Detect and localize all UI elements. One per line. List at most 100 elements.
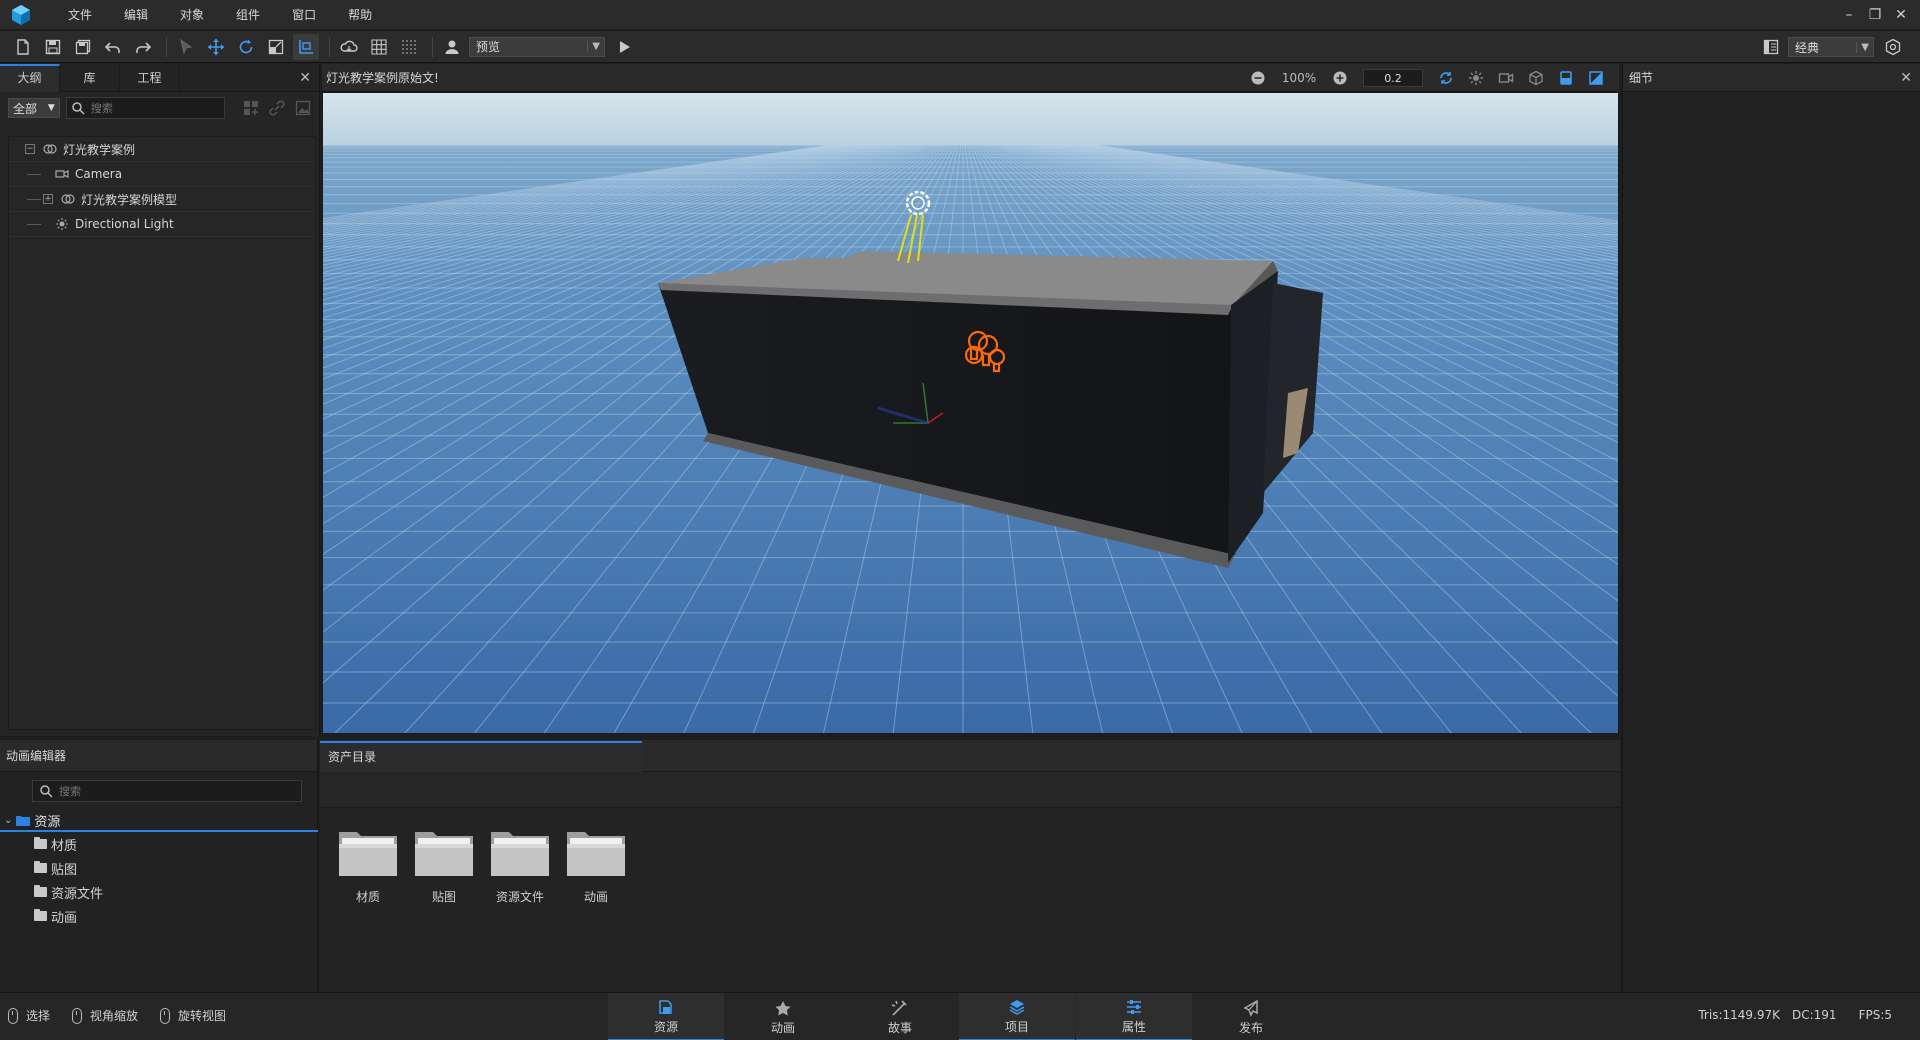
image-icon[interactable] — [295, 100, 311, 116]
details-panel: 细节 ✕ — [1622, 64, 1920, 992]
layout-select-value: 经典 — [1795, 40, 1820, 55]
pivot-tool-button[interactable] — [293, 33, 319, 60]
snap-value-input[interactable] — [1363, 69, 1423, 87]
bottom-tab-label: 属性 — [1121, 1019, 1146, 1034]
tab-library[interactable]: 库 — [60, 64, 120, 92]
cloud-icon — [340, 40, 358, 52]
tab-project[interactable]: 工程 — [120, 64, 180, 92]
restore-button[interactable]: ❐ — [1862, 0, 1888, 30]
layout-button[interactable] — [1758, 34, 1784, 60]
folder-icon — [415, 832, 473, 876]
close-icon[interactable]: ✕ — [1900, 64, 1912, 92]
bottom-module-tabs: 资源 动画 故事 项目 属性 发布 — [608, 993, 1310, 1040]
menu-window[interactable]: 窗口 — [276, 0, 332, 30]
cube-view-button[interactable] — [1521, 64, 1551, 92]
bottom-tab[interactable]: 属性 — [1076, 993, 1192, 1040]
light-settings-button[interactable] — [1461, 64, 1491, 92]
tab-asset-directory[interactable]: 资产目录 — [320, 741, 642, 772]
menu-help[interactable]: 帮助 — [332, 0, 388, 30]
render-mode-button[interactable] — [1581, 64, 1611, 92]
folder-icon — [34, 909, 47, 921]
bottom-tab[interactable]: 故事 — [842, 993, 958, 1040]
preview-select-value: 预览 — [476, 40, 501, 54]
move-tool-button[interactable] — [203, 34, 229, 60]
layout-select[interactable]: 经典 ▼ — [1788, 37, 1874, 57]
grid-toggle-button[interactable] — [366, 34, 392, 60]
tree-expander-icon[interactable]: − — [25, 144, 35, 154]
minimize-button[interactable]: – — [1836, 0, 1862, 30]
bottom-tab-label: 发布 — [1238, 1020, 1263, 1035]
close-icon[interactable]: ✕ — [299, 70, 311, 86]
grid-icon — [371, 38, 387, 55]
scale-tool-button[interactable] — [263, 34, 289, 60]
scene-viewport[interactable] — [322, 92, 1619, 734]
cloud-button[interactable] — [336, 34, 362, 60]
dot-grid-icon — [402, 39, 416, 54]
close-window-button[interactable]: ✕ — [1888, 0, 1914, 30]
tree-label: 灯光教学案例 — [63, 142, 136, 157]
tree-expander-icon[interactable]: + — [43, 194, 53, 204]
bottom-tab[interactable]: 发布 — [1193, 993, 1309, 1040]
animation-search-input[interactable] — [59, 784, 279, 798]
filter-select-value: 全部 — [13, 101, 38, 116]
tree-root-resources[interactable]: ⌄ 资源 — [0, 810, 318, 832]
window-controls: – ❐ ✕ — [1836, 0, 1914, 30]
tree-connector — [27, 223, 41, 225]
viewport-header: 灯光教学案例原始文! 100% — [322, 64, 1619, 92]
tree-item-label: 资源文件 — [51, 886, 104, 902]
select-tool-button[interactable] — [173, 34, 199, 60]
tree-item-animations[interactable]: 动画 — [0, 904, 318, 928]
outline-tree-row[interactable]: Camera — [9, 162, 315, 187]
filter-select[interactable]: 全部 ▼ — [8, 98, 60, 118]
avatar-button[interactable] — [439, 34, 465, 60]
bottom-tab[interactable]: 项目 — [959, 993, 1075, 1040]
hint-zoom: 视角缩放 — [72, 1007, 138, 1024]
tree-item-label: 贴图 — [51, 862, 78, 878]
outline-search-input[interactable] — [90, 101, 211, 115]
snap-toggle-button[interactable] — [1431, 64, 1461, 92]
tab-outline[interactable]: 大纲 — [0, 64, 60, 92]
asset-folder-card[interactable]: 资源文件 — [482, 824, 558, 905]
new-file-button[interactable] — [10, 34, 36, 60]
zoom-level: 100% — [1281, 71, 1317, 85]
details-title: 细节 — [1629, 71, 1654, 85]
perspective-button[interactable] — [1551, 64, 1581, 92]
outline-tree-row[interactable]: Directional Light — [9, 212, 315, 237]
bottom-tab[interactable]: 动画 — [725, 993, 841, 1040]
dot-grid-button[interactable] — [396, 34, 422, 60]
play-button[interactable] — [611, 34, 637, 60]
asset-folder-card[interactable]: 动画 — [558, 824, 634, 905]
asset-folder-card[interactable]: 材质 — [330, 824, 406, 905]
hint-select: 选择 — [8, 1007, 50, 1024]
save-all-button[interactable] — [70, 34, 96, 60]
zoom-out-button[interactable] — [1243, 64, 1273, 92]
tree-item-materials[interactable]: 材质 — [0, 832, 318, 856]
tree-item-resource-files[interactable]: 资源文件 — [0, 880, 318, 904]
asset-folder-label: 资源文件 — [495, 890, 544, 904]
menu-edit[interactable]: 编辑 — [108, 0, 164, 30]
outline-filter-bar: 全部 ▼ — [0, 92, 319, 124]
outline-tree-row[interactable]: − 灯光教学案例 — [9, 137, 315, 162]
rotate-tool-button[interactable] — [233, 34, 259, 60]
save-button[interactable] — [40, 34, 66, 60]
menu-object[interactable]: 对象 — [164, 0, 220, 30]
menu-file[interactable]: 文件 — [52, 0, 108, 30]
asset-folder-card[interactable]: 贴图 — [406, 824, 482, 905]
redo-icon — [136, 41, 152, 53]
zoom-in-button[interactable] — [1325, 64, 1355, 92]
details-header: 细节 ✕ — [1623, 64, 1920, 92]
undo-button[interactable] — [100, 34, 126, 60]
folder-icon — [34, 885, 47, 897]
preview-select[interactable]: 预览 ▼ — [469, 36, 605, 57]
add-group-icon[interactable] — [243, 100, 259, 116]
link-icon[interactable] — [269, 100, 285, 116]
settings-hex-button[interactable] — [1880, 34, 1906, 60]
tree-item-textures[interactable]: 贴图 — [0, 856, 318, 880]
publish-icon — [1243, 999, 1258, 1017]
redo-button[interactable] — [130, 34, 156, 60]
menu-component[interactable]: 组件 — [220, 0, 276, 30]
outline-tree-row[interactable]: + 灯光教学案例模型 — [9, 187, 315, 212]
bottom-tab[interactable]: 资源 — [608, 993, 724, 1040]
folder-icon — [34, 861, 47, 873]
camera-view-button[interactable] — [1491, 64, 1521, 92]
